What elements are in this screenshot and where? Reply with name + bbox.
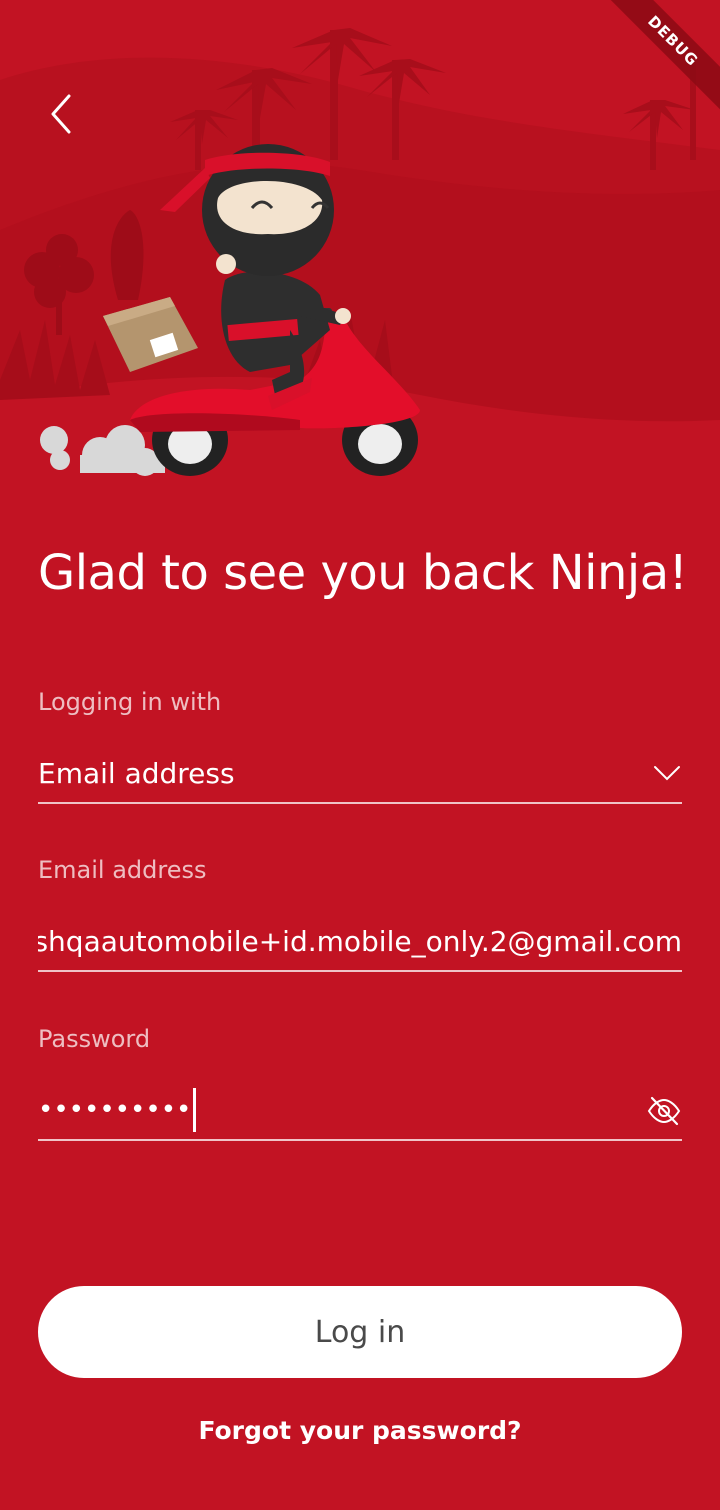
login-method-select[interactable]: Email address	[38, 744, 682, 804]
back-button[interactable]	[36, 88, 88, 140]
chevron-left-icon	[51, 94, 71, 134]
login-method-label: Logging in with	[38, 688, 222, 716]
hero-illustration	[0, 0, 720, 480]
login-button[interactable]: Log in	[38, 1286, 682, 1378]
email-value: ninjashqaautomobile+id.mobile_only.2@gma…	[38, 924, 682, 958]
text-caret	[193, 1088, 197, 1132]
page-title: Glad to see you back Ninja!	[38, 545, 688, 601]
eye-off-icon[interactable]	[646, 1093, 682, 1129]
password-field[interactable]: ••••••••••	[38, 1081, 682, 1141]
email-label: Email address	[38, 856, 207, 884]
forgot-password-link[interactable]: Forgot your password?	[0, 1416, 720, 1445]
login-method-value: Email address	[38, 756, 235, 790]
password-value: ••••••••••	[38, 1095, 192, 1125]
chevron-down-icon	[654, 766, 680, 781]
email-field[interactable]: ninjashqaautomobile+id.mobile_only.2@gma…	[38, 912, 682, 972]
password-label: Password	[38, 1025, 151, 1053]
